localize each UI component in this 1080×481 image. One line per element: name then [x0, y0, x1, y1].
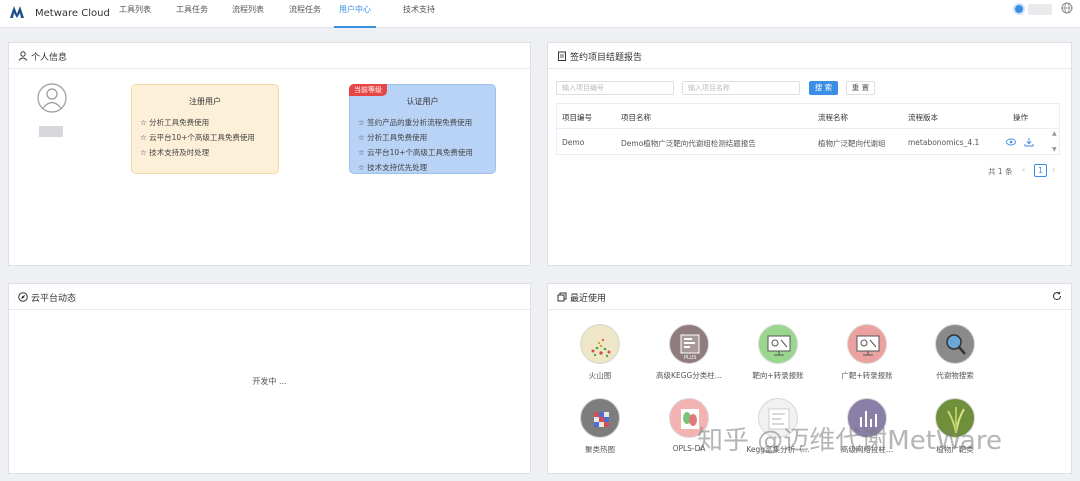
panel-header: 最近使用	[548, 284, 1071, 310]
benefit-item: ☆ 云平台10+个高级工具免费使用	[358, 148, 473, 157]
benefit-item: ☆ 技术支持及时处理	[140, 148, 210, 157]
panel-header: 云平台动态	[9, 284, 530, 310]
panel-header: 签约项目结题报告	[548, 43, 1071, 69]
avatar-placeholder-icon	[37, 83, 67, 113]
user-avatar[interactable]	[1013, 3, 1025, 15]
table-divider	[557, 128, 1059, 129]
tool-label: 代谢物搜索	[936, 371, 974, 380]
metabolite-search-icon	[935, 324, 975, 364]
tool-label: 靶向+转录报账	[752, 371, 804, 380]
target-transcriptome-icon	[758, 324, 798, 364]
column-header: 项目编号	[562, 113, 592, 122]
cell-project-name: Demo植物广泛靶向代谢组检测结题报告	[621, 139, 756, 148]
benefit-item: ☆ 技术支持优先处理	[358, 163, 428, 172]
brand-name[interactable]: Metware Cloud	[35, 8, 110, 19]
scroll-down-arrow-icon[interactable]: ▼	[1052, 146, 1057, 153]
tool-label: 高级KEGG分类柱...	[656, 371, 722, 380]
cell-flow-version: metabonomics_4.1	[908, 138, 980, 147]
tool-volcano-plot[interactable]: 火山图	[558, 324, 642, 394]
benefit-list: ☆ 分析工具免费使用 ☆ 云平台10+个高级工具免费使用 ☆ 技术支持及时处理	[140, 115, 255, 160]
volcano-plot-icon	[580, 324, 620, 364]
next-page-icon[interactable]: ›	[1052, 165, 1055, 174]
nav-flow-tasks[interactable]: 流程任务	[287, 0, 323, 28]
document-icon	[558, 51, 566, 61]
prev-page-icon[interactable]: ‹	[1022, 165, 1025, 174]
download-icon[interactable]	[1024, 137, 1034, 147]
tool-target-transcriptome[interactable]: 靶向+转录报账	[736, 324, 820, 394]
benefit-item: ☆ 分析工具免费使用	[140, 118, 210, 127]
nav-tool-list[interactable]: 工具列表	[117, 0, 153, 28]
certified-user-card: 当前等级 认证用户 ☆ 签约产品的重分析流程免费使用 ☆ 分析工具免费使用 ☆ …	[349, 84, 496, 174]
panel-title: 最近使用	[570, 294, 607, 304]
pagination-total: 共 1 条	[988, 167, 1013, 176]
tool-label: 火山图	[588, 371, 612, 380]
project-name-input[interactable]: 输入项目名称	[682, 81, 800, 95]
scroll-up-arrow-icon[interactable]: ▲	[1052, 130, 1057, 137]
benefit-item: ☆ 签约产品的重分析流程免费使用	[358, 118, 473, 127]
tool-cluster-heatmap[interactable]: 聚类热图	[558, 398, 642, 468]
benefit-list: ☆ 签约产品的重分析流程免费使用 ☆ 分析工具免费使用 ☆ 云平台10+个高级工…	[358, 115, 473, 175]
view-icon[interactable]	[1006, 138, 1016, 146]
nav-flow-list[interactable]: 流程列表	[230, 0, 266, 28]
panel-header: 个人信息	[9, 43, 530, 69]
card-title: 认证用户	[406, 97, 439, 106]
column-header: 流程名称	[818, 113, 848, 122]
panel-title: 个人信息	[31, 53, 68, 63]
globe-icon[interactable]	[1061, 2, 1073, 14]
panel-title: 云平台动态	[31, 294, 77, 304]
tool-label: 广靶+转录报账	[841, 371, 893, 380]
cell-project-code: Demo	[562, 138, 585, 147]
current-level-badge: 当前等级	[349, 84, 387, 96]
nav-user-center[interactable]: 用户中心	[334, 0, 376, 28]
column-header: 流程版本	[908, 113, 938, 122]
metware-logo-icon[interactable]	[10, 5, 26, 19]
refresh-icon[interactable]	[1052, 291, 1062, 301]
widely-target-transcriptome-icon	[847, 324, 887, 364]
personal-info-panel: 个人信息 注册用户 ☆ 分析工具免费使用 ☆ 云平台10+个高级工具免费使用 ☆…	[8, 42, 531, 266]
project-code-input[interactable]: 输入项目编号	[556, 81, 674, 95]
copy-icon	[557, 292, 567, 302]
column-header: 操作	[1013, 113, 1028, 122]
nav-tool-tasks[interactable]: 工具任务	[174, 0, 210, 28]
tool-widely-target-transcriptome[interactable]: 广靶+转录报账	[825, 324, 909, 394]
development-status: 开发中 ...	[252, 377, 287, 386]
username-blurred[interactable]	[1028, 4, 1052, 15]
search-button[interactable]: 搜 索	[809, 81, 838, 95]
nav-tech-support[interactable]: 技术支持	[401, 0, 437, 28]
column-header: 项目名称	[621, 113, 651, 122]
tool-metabolite-search[interactable]: 代谢物搜索	[913, 324, 997, 394]
contract-report-panel: 签约项目结题报告 输入项目编号 输入项目名称 搜 索 重 置 项目编号 项目名称…	[547, 42, 1072, 266]
username-blurred	[39, 126, 63, 137]
page-number-button[interactable]: 1	[1034, 164, 1047, 177]
registered-user-card: 注册用户 ☆ 分析工具免费使用 ☆ 云平台10+个高级工具免费使用 ☆ 技术支持…	[131, 84, 279, 174]
cell-flow-name: 植物广泛靶向代谢组	[818, 139, 886, 148]
zhihu-watermark: 知乎 @迈维代谢MetWare	[697, 426, 1002, 456]
reset-button[interactable]: 重 置	[846, 81, 875, 95]
cloud-dynamic-panel: 云平台动态 开发中 ...	[8, 283, 531, 474]
benefit-item: ☆ 分析工具免费使用	[358, 133, 428, 142]
svg-text:PLUS: PLUS	[684, 355, 696, 361]
compass-icon	[18, 292, 28, 302]
cluster-heatmap-icon	[580, 398, 620, 438]
tool-kegg-classification[interactable]: PLUS 高级KEGG分类柱...	[647, 324, 731, 394]
tool-label: 聚类热图	[585, 445, 615, 454]
report-table: 项目编号 项目名称 流程名称 流程版本 操作 Demo Demo植物广泛靶向代谢…	[556, 103, 1060, 155]
card-title: 注册用户	[189, 97, 221, 106]
kegg-plus-icon: PLUS	[669, 324, 709, 364]
benefit-item: ☆ 云平台10+个高级工具免费使用	[140, 133, 255, 142]
panel-title: 签约项目结题报告	[570, 53, 643, 63]
top-nav: Metware Cloud 工具列表 工具任务 流程列表 流程任务 用户中心 技…	[0, 0, 1080, 28]
user-icon	[18, 51, 28, 61]
